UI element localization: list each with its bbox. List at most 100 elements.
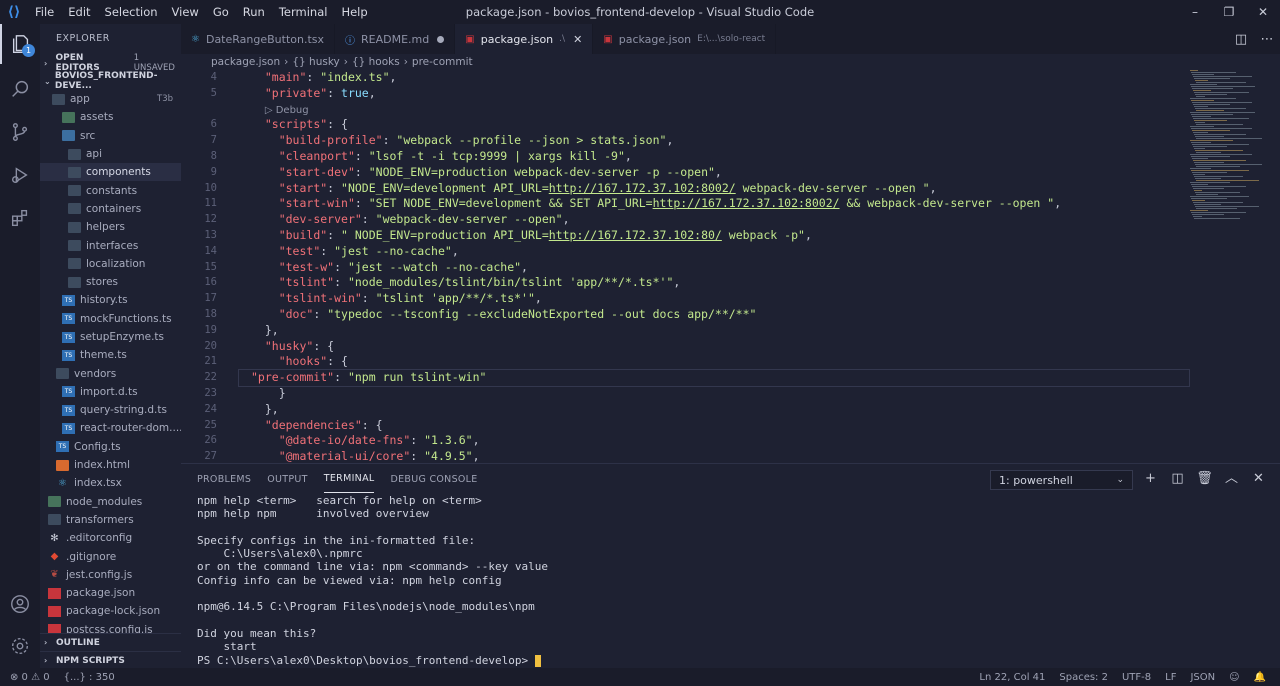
indentation[interactable]: Spaces: 2: [1059, 672, 1108, 683]
tree-item[interactable]: TS setupEnzyme.ts: [40, 328, 181, 346]
menu-edit[interactable]: Edit: [61, 0, 97, 24]
account-icon[interactable]: [0, 584, 40, 624]
code-line[interactable]: 21 "hooks": {: [181, 354, 1193, 370]
tree-item[interactable]: src: [40, 127, 181, 145]
code-line[interactable]: 26 "@date-io/date-fns": "1.3.6",: [181, 433, 1193, 449]
more-actions-icon[interactable]: ⋯: [1254, 32, 1280, 47]
new-terminal-icon[interactable]: +: [1137, 469, 1164, 489]
menu-help[interactable]: Help: [334, 0, 374, 24]
open-editors-section[interactable]: › OPEN EDITORS 1 UNSAVED: [40, 53, 181, 73]
code-line[interactable]: 25 "dependencies": {: [181, 418, 1193, 434]
tree-item[interactable]: ◆ .gitignore: [40, 547, 181, 565]
code-line[interactable]: 20 "husky": {: [181, 339, 1193, 355]
tree-item[interactable]: transformers: [40, 511, 181, 529]
code-line[interactable]: 22 "pre-commit": "npm run tslint-win": [204, 369, 1190, 387]
code-line[interactable]: 12 "dev-server": "webpack-dev-server --o…: [181, 212, 1193, 228]
close-window-icon[interactable]: ✕: [1246, 0, 1280, 24]
editor-tab[interactable]: ⚛ DateRangeButton.tsx: [181, 24, 336, 54]
code-line[interactable]: 15 "test-w": "jest --watch --no-cache",: [181, 260, 1193, 276]
cursor-position[interactable]: Ln 22, Col 41: [979, 672, 1045, 683]
minimap[interactable]: [1190, 70, 1270, 463]
tree-item[interactable]: assets: [40, 108, 181, 126]
editor-tab[interactable]: ⓘ README.md: [335, 24, 456, 54]
split-editor-icon[interactable]: ◫: [1228, 32, 1254, 47]
split-terminal-icon[interactable]: ◫: [1164, 469, 1191, 489]
tree-item[interactable]: constants: [40, 181, 181, 199]
panel-tab-problems[interactable]: PROBLEMS: [197, 466, 251, 493]
code-line[interactable]: 27 "@material-ui/core": "4.9.5",: [181, 449, 1193, 463]
maximize-icon[interactable]: ❐: [1212, 0, 1246, 24]
minimize-icon[interactable]: –: [1178, 0, 1212, 24]
code-line[interactable]: 11 "start-win": "SET NODE_ENV=developmen…: [181, 196, 1193, 212]
code-line[interactable]: 7 "build-profile": "webpack --profile --…: [181, 133, 1193, 149]
menu-selection[interactable]: Selection: [98, 0, 165, 24]
terminal-output[interactable]: npm help <term> search for help on <term…: [197, 494, 548, 667]
panel-tab-terminal[interactable]: TERMINAL: [323, 465, 375, 493]
breadcrumb-item[interactable]: {} hooks: [352, 56, 400, 68]
code-line[interactable]: 10 "start": "NODE_ENV=development API_UR…: [181, 181, 1193, 197]
explorer-icon[interactable]: 1: [0, 24, 40, 64]
tree-item[interactable]: node_modules: [40, 493, 181, 511]
code-line[interactable]: 13 "build": " NODE_ENV=production API_UR…: [181, 228, 1193, 244]
panel-tab-debug-console[interactable]: DEBUG CONSOLE: [390, 466, 477, 493]
unsaved-dot-icon[interactable]: [437, 35, 445, 43]
editor-tab[interactable]: ▣ package.json E:\...\solo-react: [593, 24, 777, 54]
menu-view[interactable]: View: [165, 0, 206, 24]
code-line[interactable]: 16 "tslint": "node_modules/tslint/bin/ts…: [181, 275, 1193, 291]
code-line[interactable]: 4 "main": "index.ts",: [181, 70, 1193, 86]
close-panel-icon[interactable]: ✕: [1245, 469, 1272, 489]
code-line[interactable]: 14 "test": "jest --no-cache",: [181, 244, 1193, 260]
code-line[interactable]: 17 "tslint-win": "tslint 'app/**/*.ts*'"…: [181, 291, 1193, 307]
tree-item[interactable]: package-lock.json: [40, 602, 181, 620]
line-ending[interactable]: LF: [1165, 672, 1176, 683]
menu-file[interactable]: File: [28, 0, 61, 24]
tree-item[interactable]: TS history.ts: [40, 291, 181, 309]
feedback-icon[interactable]: ☺: [1229, 672, 1239, 683]
code-line[interactable]: 19 },: [181, 323, 1193, 339]
extensions-icon[interactable]: [0, 198, 40, 238]
tree-item[interactable]: vendors: [40, 364, 181, 382]
selection-status[interactable]: {...} : 350: [64, 672, 115, 683]
breadcrumb-item[interactable]: pre-commit: [412, 56, 473, 68]
tree-item[interactable]: TS mockFunctions.ts: [40, 310, 181, 328]
kill-terminal-icon[interactable]: 🗑: [1191, 469, 1218, 489]
tree-item[interactable]: stores: [40, 273, 181, 291]
tree-item[interactable]: ✻ .editorconfig: [40, 529, 181, 547]
language-mode[interactable]: JSON: [1190, 672, 1215, 683]
tree-item[interactable]: interfaces: [40, 236, 181, 254]
tree-item[interactable]: package.json: [40, 584, 181, 602]
encoding[interactable]: UTF-8: [1122, 672, 1151, 683]
tree-item[interactable]: containers: [40, 200, 181, 218]
tree-item[interactable]: TS query-string.d.ts: [40, 401, 181, 419]
menu-run[interactable]: Run: [236, 0, 272, 24]
tree-item[interactable]: ❦ jest.config.js: [40, 566, 181, 584]
tree-item[interactable]: index.html: [40, 456, 181, 474]
code-line[interactable]: 18 "doc": "typedoc --tsconfig --excludeN…: [181, 307, 1193, 323]
code-line[interactable]: 6 "scripts": {: [181, 117, 1193, 133]
terminal-select[interactable]: 1: powershell ⌄: [990, 470, 1133, 490]
settings-gear-icon[interactable]: [0, 626, 40, 666]
code-line[interactable]: 9 "start-dev": "NODE_ENV=production webp…: [181, 165, 1193, 181]
code-editor[interactable]: 4 "main": "index.ts", 5 "private": true, …: [181, 70, 1193, 463]
tree-item[interactable]: ⚛ index.tsx: [40, 474, 181, 492]
tree-item[interactable]: localization: [40, 255, 181, 273]
tree-item[interactable]: api: [40, 145, 181, 163]
tree-item[interactable]: TS theme.ts: [40, 346, 181, 364]
code-line[interactable]: 5 "private": true,: [181, 86, 1193, 102]
search-icon[interactable]: [0, 69, 40, 109]
code-line[interactable]: 23 }: [181, 386, 1193, 402]
code-line[interactable]: 24 },: [181, 402, 1193, 418]
menu-terminal[interactable]: Terminal: [272, 0, 335, 24]
tree-item[interactable]: app T3b: [40, 90, 181, 108]
code-line[interactable]: 8 "cleanport": "lsof -t -i tcp:9999 | xa…: [181, 149, 1193, 165]
problems-status[interactable]: ⊗ 0 ⚠ 0: [10, 672, 50, 683]
breadcrumb-item[interactable]: {} husky: [292, 56, 339, 68]
tree-item[interactable]: TS react-router-dom....: [40, 419, 181, 437]
run-debug-icon[interactable]: [0, 155, 40, 195]
tree-item[interactable]: helpers: [40, 218, 181, 236]
code-line[interactable]: ▷ Debug: [181, 102, 1193, 118]
npm-scripts-section[interactable]: › NPM SCRIPTS: [40, 651, 181, 668]
maximize-panel-icon[interactable]: ︿: [1218, 469, 1245, 489]
source-control-icon[interactable]: [0, 112, 40, 152]
breadcrumb-item[interactable]: package.json: [211, 56, 280, 68]
